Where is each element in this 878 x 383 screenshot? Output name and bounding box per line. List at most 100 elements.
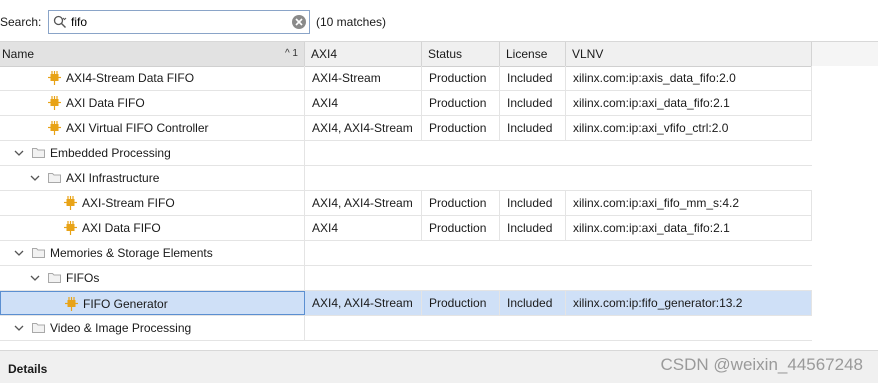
ip-core-icon bbox=[64, 196, 77, 210]
tree-category-row[interactable]: Embedded Processing bbox=[0, 141, 812, 166]
table-header: Name ^ 1 AXI4 Status License VLNV bbox=[0, 41, 812, 67]
cell-name[interactable]: AXI Virtual FIFO Controller bbox=[0, 116, 305, 140]
cell-status: Production bbox=[422, 291, 500, 315]
cell-status bbox=[422, 166, 500, 190]
cell-vlnv bbox=[566, 141, 812, 165]
cell-axi4 bbox=[305, 141, 422, 165]
cell-license bbox=[500, 141, 566, 165]
cell-axi4: AXI4, AXI4-Stream bbox=[305, 291, 422, 315]
cell-license: Included bbox=[500, 91, 566, 115]
chevron-down-icon[interactable] bbox=[14, 323, 24, 333]
search-icon[interactable] bbox=[53, 15, 67, 29]
table-row[interactable]: AXI Data FIFO AXI4 Production Included xilin… bbox=[0, 91, 812, 116]
clear-icon[interactable] bbox=[291, 14, 307, 30]
cell-status bbox=[422, 141, 500, 165]
column-header-axi4[interactable]: AXI4 bbox=[305, 42, 422, 66]
cell-axi4: AXI4 bbox=[305, 91, 422, 115]
cell-vlnv: xilinx.com:ip:axi_fifo_mm_s:4.2 bbox=[566, 191, 812, 215]
search-label: Search: bbox=[0, 15, 42, 29]
search-field[interactable] bbox=[48, 10, 310, 34]
cell-license: Included bbox=[500, 291, 566, 315]
folder-icon bbox=[48, 173, 61, 183]
tree-category-row[interactable]: Video & Image Processing bbox=[0, 316, 812, 341]
ip-core-icon bbox=[64, 221, 77, 235]
cell-name[interactable]: FIFO Generator bbox=[0, 291, 305, 315]
cell-status: Production bbox=[422, 116, 500, 140]
cell-axi4 bbox=[305, 241, 422, 265]
table-row[interactable]: FIFO Generator AXI4, AXI4-Stream Productio… bbox=[0, 291, 812, 316]
table-row[interactable]: AXI-Stream FIFO AXI4, AXI4-Stream Producti… bbox=[0, 191, 812, 216]
cell-license: Included bbox=[500, 66, 566, 90]
category-label: Memories & Storage Elements bbox=[50, 246, 213, 260]
cell-name[interactable]: Video & Image Processing bbox=[0, 316, 305, 340]
cell-license: Included bbox=[500, 191, 566, 215]
cell-status bbox=[422, 241, 500, 265]
tree-category-row[interactable]: AXI Infrastructure bbox=[0, 166, 812, 191]
ip-core-icon bbox=[48, 71, 61, 85]
ip-core-icon bbox=[48, 96, 61, 110]
sort-indicator-icon: ^ 1 bbox=[284, 48, 298, 59]
folder-icon bbox=[48, 273, 61, 283]
tree-category-row[interactable]: FIFOs bbox=[0, 266, 812, 291]
cell-name[interactable]: AXI Data FIFO bbox=[0, 91, 305, 115]
cell-status: Production bbox=[422, 216, 500, 240]
cell-name[interactable]: AXI-Stream FIFO bbox=[0, 191, 305, 215]
chevron-down-icon[interactable] bbox=[30, 173, 40, 183]
details-panel-header: Details CSDN @weixin_44567248 bbox=[0, 350, 878, 383]
chevron-down-icon[interactable] bbox=[14, 248, 24, 258]
cell-vlnv: xilinx.com:ip:fifo_generator:13.2 bbox=[566, 291, 812, 315]
column-header-name[interactable]: Name ^ 1 bbox=[0, 42, 305, 66]
cell-vlnv: xilinx.com:ip:axi_vfifo_ctrl:2.0 bbox=[566, 116, 812, 140]
cell-license bbox=[500, 316, 566, 340]
cell-license bbox=[500, 166, 566, 190]
watermark: CSDN @weixin_44567248 bbox=[660, 355, 863, 374]
cell-axi4: AXI4-Stream bbox=[305, 66, 422, 90]
ip-name: AXI Virtual FIFO Controller bbox=[66, 121, 209, 135]
column-header-status[interactable]: Status bbox=[422, 42, 500, 66]
cell-status bbox=[422, 316, 500, 340]
details-title: Details bbox=[8, 362, 48, 376]
cell-axi4 bbox=[305, 266, 422, 290]
cell-license bbox=[500, 241, 566, 265]
match-count: (10 matches) bbox=[316, 15, 387, 29]
cell-status bbox=[422, 266, 500, 290]
ip-name: AXI4-Stream Data FIFO bbox=[66, 71, 195, 85]
cell-name[interactable]: AXI Data FIFO bbox=[0, 216, 305, 240]
search-bar: Search: (10 matches) bbox=[0, 0, 878, 40]
column-header-vlnv[interactable]: VLNV bbox=[566, 42, 812, 66]
cell-vlnv bbox=[566, 166, 812, 190]
header-filler bbox=[812, 41, 878, 66]
cell-status: Production bbox=[422, 191, 500, 215]
cell-vlnv bbox=[566, 266, 812, 290]
table-row[interactable]: AXI Data FIFO AXI4 Production Included xilin… bbox=[0, 216, 812, 241]
ip-core-icon bbox=[65, 297, 78, 311]
cell-vlnv bbox=[566, 241, 812, 265]
cell-status: Production bbox=[422, 91, 500, 115]
chevron-down-icon[interactable] bbox=[30, 273, 40, 283]
cell-axi4: AXI4 bbox=[305, 216, 422, 240]
column-header-license[interactable]: License bbox=[500, 42, 566, 66]
cell-name[interactable]: Memories & Storage Elements bbox=[0, 241, 305, 265]
cell-license bbox=[500, 266, 566, 290]
cell-axi4 bbox=[305, 316, 422, 340]
cell-license: Included bbox=[500, 116, 566, 140]
cell-name[interactable]: AXI Infrastructure bbox=[0, 166, 305, 190]
ip-core-icon bbox=[48, 121, 61, 135]
table-row[interactable]: AXI Virtual FIFO Controller AXI4, AXI4-St… bbox=[0, 116, 812, 141]
category-label: FIFOs bbox=[66, 271, 100, 285]
cell-vlnv: xilinx.com:ip:axi_data_fifo:2.1 bbox=[566, 91, 812, 115]
ip-name: AXI-Stream FIFO bbox=[82, 196, 175, 210]
cell-name[interactable]: AXI4-Stream Data FIFO bbox=[0, 66, 305, 90]
ip-name: FIFO Generator bbox=[83, 297, 168, 311]
cell-vlnv: xilinx.com:ip:axis_data_fifo:2.0 bbox=[566, 66, 812, 90]
cell-axi4 bbox=[305, 166, 422, 190]
table-row[interactable]: AXI4-Stream Data FIFO AXI4-Stream Producti… bbox=[0, 66, 812, 91]
cell-name[interactable]: FIFOs bbox=[0, 266, 305, 290]
cell-vlnv bbox=[566, 316, 812, 340]
search-input[interactable] bbox=[71, 13, 281, 31]
chevron-down-icon[interactable] bbox=[14, 148, 24, 158]
tree-category-row[interactable]: Memories & Storage Elements bbox=[0, 241, 812, 266]
category-label: AXI Infrastructure bbox=[66, 171, 160, 185]
ip-name: AXI Data FIFO bbox=[66, 96, 145, 110]
cell-name[interactable]: Embedded Processing bbox=[0, 141, 305, 165]
